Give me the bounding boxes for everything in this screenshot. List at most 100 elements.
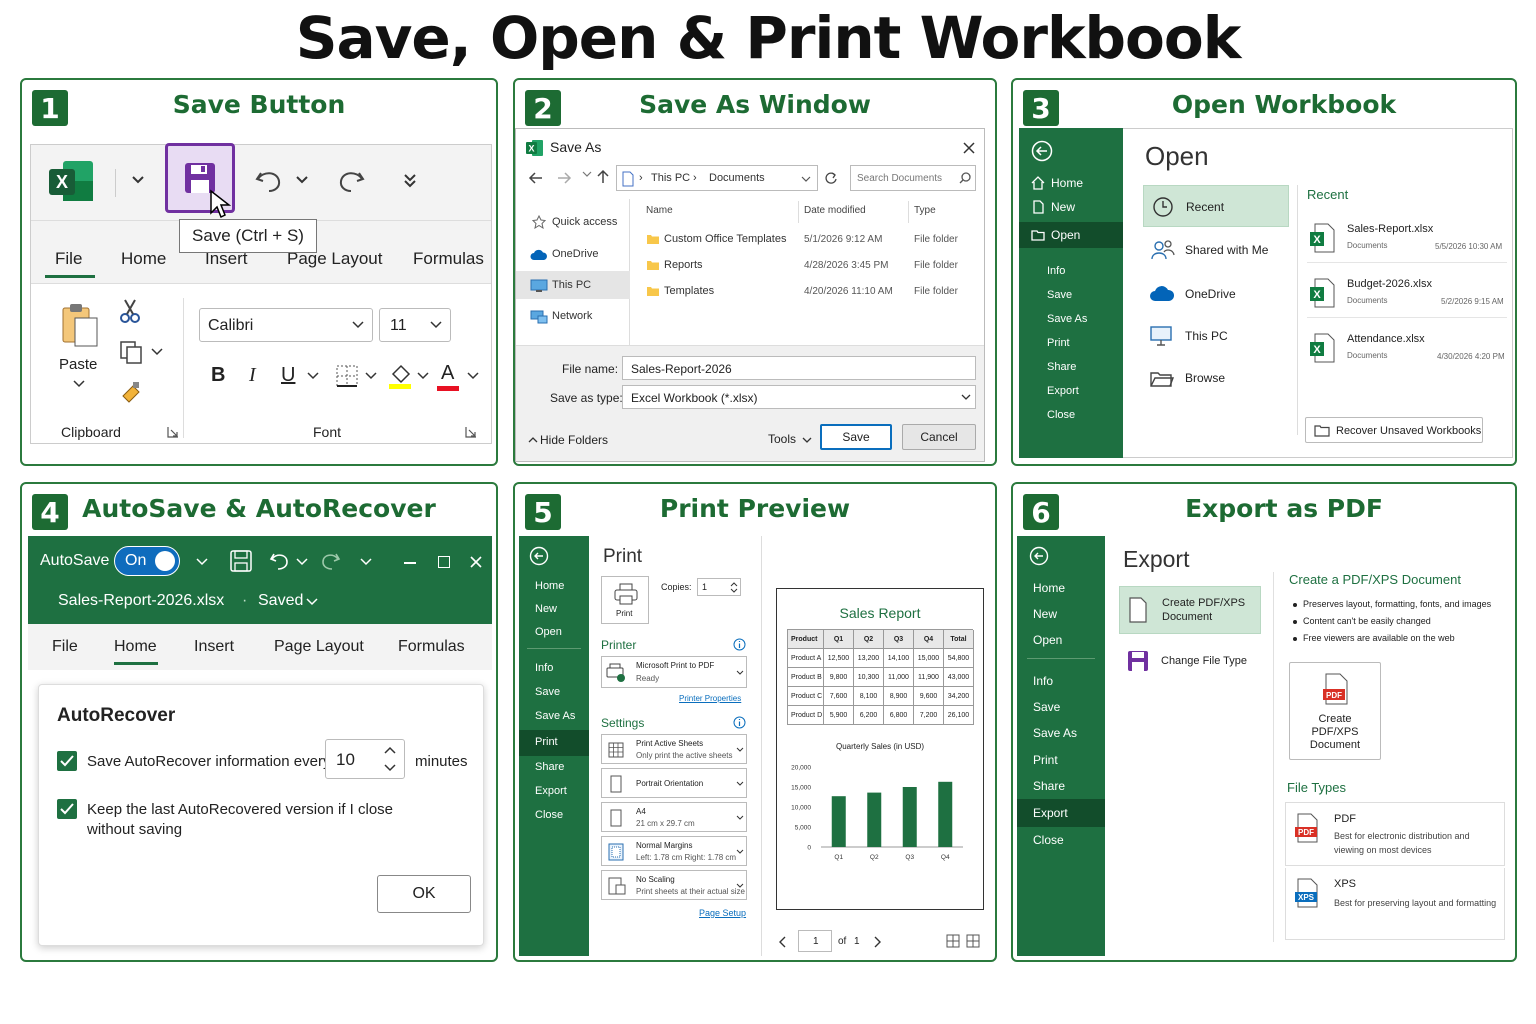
ok-button[interactable]: OK	[377, 875, 471, 913]
scaling-dropdown[interactable]: No Scaling Print sheets at their actual …	[601, 870, 747, 900]
tab-home[interactable]: Home	[121, 249, 166, 269]
format-painter-icon[interactable]	[119, 380, 143, 404]
nav-info[interactable]: Info	[1033, 674, 1053, 688]
chevron-down-icon[interactable]	[151, 348, 163, 356]
print-what-dropdown[interactable]: Print Active Sheets Only print the activ…	[601, 734, 747, 764]
nav-share[interactable]: Share	[1047, 361, 1076, 373]
customize-chevron-icon[interactable]	[403, 173, 417, 189]
file-row[interactable]: Custom Office Templates 5/1/2026 9:12 AM…	[644, 229, 974, 251]
back-arrow-icon[interactable]	[1031, 140, 1053, 162]
chevron-down-icon[interactable]	[467, 372, 479, 380]
forward-arrow-icon[interactable]	[556, 171, 572, 185]
nav-share[interactable]: Share	[1033, 779, 1065, 793]
paper-size-dropdown[interactable]: A4 21 cm x 29.7 cm	[601, 802, 747, 832]
nav-home[interactable]: Home	[1019, 172, 1123, 194]
location-browse[interactable]: Browse	[1143, 361, 1289, 397]
recent-file-item[interactable]: X Sales-Report.xlsx Documents 5/5/2026 1…	[1307, 219, 1507, 263]
tab-file[interactable]: File	[52, 638, 78, 656]
save-icon[interactable]	[230, 550, 252, 572]
file-row[interactable]: Templates 4/20/2026 11:10 AM File folder	[644, 281, 974, 303]
redo-icon[interactable]	[320, 550, 342, 572]
paste-icon[interactable]	[61, 302, 99, 348]
nav-home[interactable]: Home	[535, 580, 564, 592]
search-input[interactable]: Search Documents	[850, 165, 976, 191]
undo-icon[interactable]	[268, 550, 290, 572]
nav-open[interactable]: Open	[535, 626, 562, 638]
chevron-down-icon[interactable]	[417, 372, 429, 380]
nav-save-as[interactable]: Save As	[1047, 313, 1087, 325]
nav-new[interactable]: New	[535, 603, 557, 615]
copy-icon[interactable]	[119, 340, 143, 364]
nav-info[interactable]: Info	[1047, 265, 1065, 277]
location-this-pc[interactable]: This PC	[1143, 319, 1289, 355]
page-setup-link[interactable]: Page Setup	[699, 908, 746, 918]
redo-icon[interactable]	[337, 165, 367, 195]
nav-save[interactable]: Save	[1047, 289, 1072, 301]
tab-insert[interactable]: Insert	[194, 638, 234, 656]
close-icon[interactable]	[962, 141, 976, 155]
location-onedrive[interactable]: OneDrive	[1143, 277, 1289, 313]
chevron-down-icon[interactable]	[196, 558, 208, 566]
bold-button[interactable]: B	[211, 364, 225, 387]
back-arrow-icon[interactable]	[529, 546, 549, 566]
chevron-down-icon[interactable]	[295, 175, 309, 185]
borders-icon[interactable]	[335, 364, 359, 388]
dialog-launcher-icon[interactable]	[167, 426, 179, 438]
dialog-launcher-icon[interactable]	[465, 426, 477, 438]
nav-export[interactable]: Export	[1047, 385, 1079, 397]
keep-last-version-checkbox[interactable]	[57, 799, 77, 819]
orientation-dropdown[interactable]: Portrait Orientation	[601, 768, 747, 798]
cancel-button[interactable]: Cancel	[902, 424, 976, 450]
chevron-down-icon[interactable]	[307, 372, 319, 380]
copies-stepper[interactable]: 1	[697, 578, 741, 596]
file-type-pdf[interactable]: PDF PDF Best for electronic distribution…	[1285, 802, 1505, 866]
tab-formulas[interactable]: Formulas	[398, 638, 465, 656]
printer-dropdown[interactable]: Microsoft Print to PDF Ready	[601, 656, 747, 688]
back-arrow-icon[interactable]	[1029, 546, 1049, 566]
nav-export[interactable]: Export	[535, 785, 567, 797]
nav-print[interactable]: Print	[1047, 337, 1070, 349]
chevron-down-icon[interactable]	[360, 558, 372, 566]
nav-quick-access[interactable]: Quick access	[516, 209, 630, 235]
tab-home[interactable]: Home	[114, 638, 157, 656]
chevron-down-icon[interactable]	[384, 764, 396, 772]
page-number-input[interactable]: 1	[798, 930, 832, 952]
address-bar[interactable]: › This PC › Documents	[616, 165, 818, 191]
minutes-stepper[interactable]: 10	[325, 739, 405, 779]
tab-formulas[interactable]: Formulas	[413, 249, 484, 269]
create-pdf-xps-button[interactable]: PDF Create PDF/XPS Document	[1289, 662, 1381, 760]
autorecover-checkbox[interactable]	[57, 751, 77, 771]
printer-properties-link[interactable]: Printer Properties	[679, 694, 741, 703]
tab-file[interactable]: File	[55, 249, 82, 269]
nav-home[interactable]: Home	[1033, 581, 1065, 595]
close-icon[interactable]	[470, 556, 482, 568]
nav-close[interactable]: Close	[1047, 409, 1075, 421]
font-color-button[interactable]: A	[441, 362, 454, 385]
recent-file-item[interactable]: X Attendance.xlsx Documents 4/30/2026 4:…	[1307, 329, 1507, 373]
location-recent[interactable]: Recent	[1143, 185, 1289, 227]
up-arrow-icon[interactable]	[596, 169, 610, 185]
chevron-down-icon[interactable]	[306, 598, 318, 606]
nav-print[interactable]: Print	[1033, 753, 1058, 767]
font-name-dropdown[interactable]: Calibri	[199, 308, 373, 342]
nav-save[interactable]: Save	[535, 686, 560, 698]
autosave-toggle[interactable]: On	[114, 546, 180, 576]
saved-status[interactable]: Saved	[258, 592, 303, 610]
chevron-down-icon[interactable]	[131, 175, 145, 185]
print-button[interactable]: Print	[601, 576, 649, 624]
fill-color-icon[interactable]	[387, 362, 413, 390]
nav-open[interactable]: Open	[1019, 222, 1123, 248]
nav-onedrive[interactable]: OneDrive	[516, 241, 630, 267]
col-type[interactable]: Type	[914, 205, 936, 216]
nav-new[interactable]: New	[1019, 196, 1123, 218]
recover-unsaved-button[interactable]: Recover Unsaved Workbooks	[1305, 417, 1483, 443]
col-name[interactable]: Name	[646, 205, 673, 216]
chevron-down-icon[interactable]	[296, 558, 308, 566]
back-arrow-icon[interactable]	[528, 171, 544, 185]
zoom-to-page-icon[interactable]	[966, 934, 980, 948]
margins-dropdown[interactable]: Normal Margins Left: 1.78 cm Right: 1.78…	[601, 836, 747, 866]
nav-save-as[interactable]: Save As	[1033, 726, 1077, 740]
chevron-down-icon[interactable]	[73, 380, 85, 388]
italic-button[interactable]: I	[249, 364, 256, 387]
nav-new[interactable]: New	[1033, 607, 1057, 621]
